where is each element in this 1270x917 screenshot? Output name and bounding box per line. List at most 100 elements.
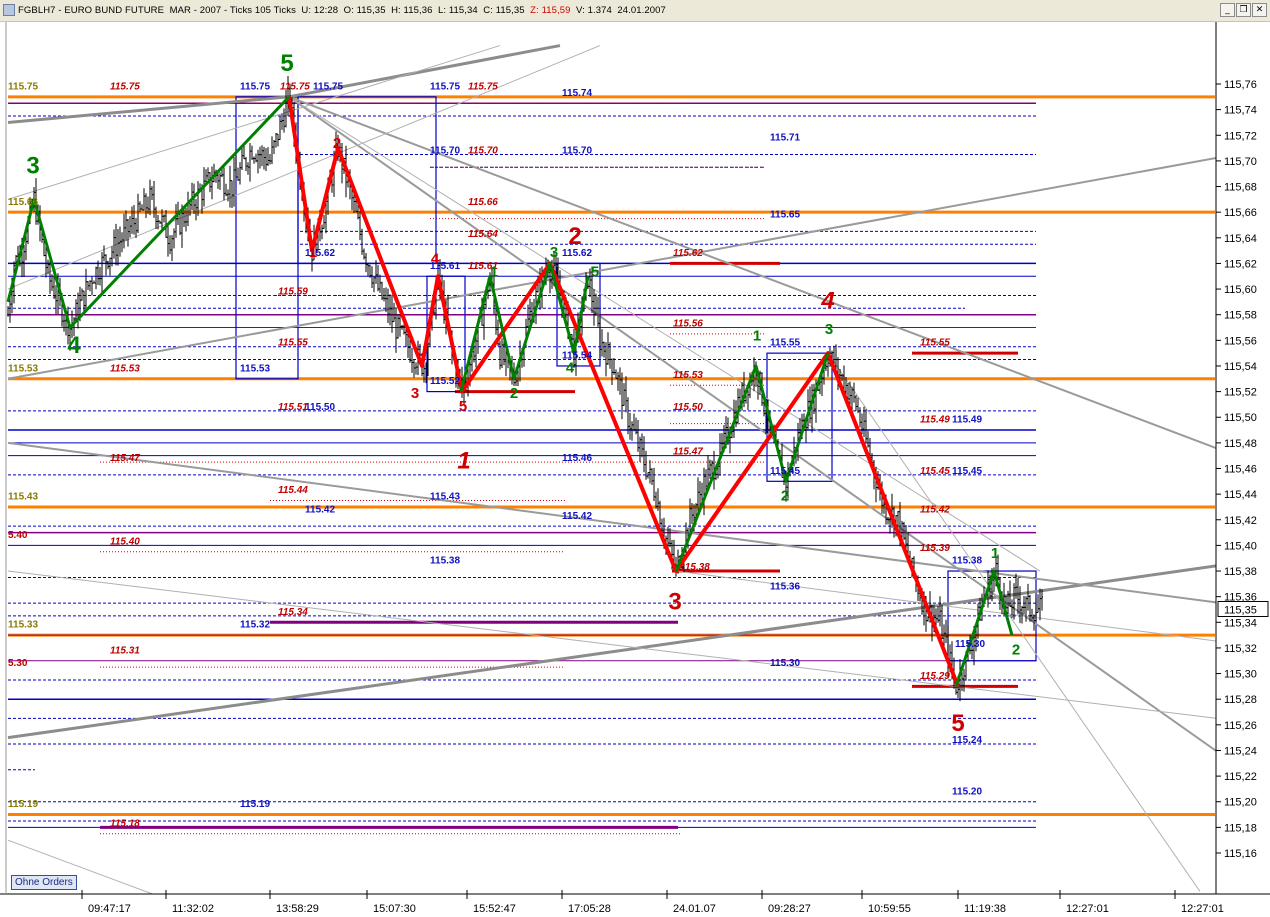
level-price-label: 115.32 bbox=[240, 620, 270, 631]
level-price-label: 115.30 bbox=[770, 658, 800, 669]
wave-count-label: 1 bbox=[991, 545, 999, 562]
z-value: 115,59 bbox=[541, 5, 571, 16]
level-price-label: 115.18 bbox=[110, 818, 140, 829]
level-price-label: 115.39 bbox=[920, 543, 950, 554]
level-price-label: 115.74 bbox=[562, 88, 592, 99]
wave-count-label: 2 bbox=[333, 135, 341, 152]
level-price-label: 115.43 bbox=[430, 492, 460, 503]
wave-count-label: 4 bbox=[67, 332, 81, 359]
level-price-label: 115.53 bbox=[673, 370, 703, 381]
low-label: L: bbox=[437, 5, 447, 16]
chart-area[interactable]: 115.75 115.75 115.75 115.74 115.70 115.70 115.… bbox=[0, 22, 1270, 917]
update-time: 12:28 bbox=[313, 5, 339, 16]
open-value: 115,35 bbox=[356, 5, 386, 16]
time-tick-label: 13:58:29 bbox=[276, 903, 319, 915]
price-tick-label: 115,50 bbox=[1224, 412, 1257, 424]
price-chart[interactable]: 115.75 115.75 115.75115.74115.70 115.70115.… bbox=[0, 22, 1270, 917]
price-tick-label: 115,30 bbox=[1224, 669, 1257, 681]
wave-count-label: 2 bbox=[1012, 641, 1020, 658]
level-price-label: 115.42 bbox=[562, 511, 592, 522]
price-tick-label: 115,68 bbox=[1224, 182, 1257, 194]
level-price-label: 115.47 bbox=[673, 447, 703, 458]
level-price-label: 115.42 bbox=[305, 504, 335, 515]
price-tick-label: 115,46 bbox=[1224, 464, 1257, 476]
price-tick-label: 115,70 bbox=[1224, 156, 1257, 168]
level-price-label: 115.47 bbox=[110, 453, 140, 464]
close-button[interactable]: ✕ bbox=[1252, 3, 1267, 17]
level-price-label: 115.45 bbox=[952, 466, 982, 477]
level-price-label: 115.56 bbox=[673, 319, 703, 330]
time-tick-label: 09:28:27 bbox=[768, 903, 811, 915]
wave-count-label: 1 bbox=[753, 327, 761, 344]
orders-toggle-button[interactable]: Ohne Orders bbox=[11, 875, 77, 890]
edge-price-label: 115.43 bbox=[8, 492, 38, 503]
wave-count-label: 1 bbox=[457, 448, 470, 475]
price-tick-label: 115,40 bbox=[1224, 540, 1257, 552]
wave-count-label: 2 bbox=[568, 223, 581, 250]
price-tick-label: 115,66 bbox=[1224, 207, 1257, 219]
instrument-name: EURO BUND FUTURE bbox=[64, 5, 165, 16]
price-tick-label: 115,76 bbox=[1224, 79, 1257, 91]
low-value: 115,34 bbox=[448, 5, 478, 16]
price-tick-label: 115,44 bbox=[1224, 489, 1257, 501]
price-tick-label: 115,60 bbox=[1224, 284, 1257, 296]
level-price-label: 115.75 bbox=[468, 81, 498, 92]
level-price-label: 115.75 bbox=[240, 81, 270, 92]
chart-date: 24.01.2007 bbox=[617, 5, 666, 16]
time-tick-label: 11:19:38 bbox=[964, 903, 1006, 915]
wave-count-label: 3 bbox=[550, 244, 558, 261]
level-price-label: 115.75 bbox=[280, 81, 310, 92]
z-label: Z: bbox=[530, 5, 539, 16]
wave-count-label: 5 bbox=[591, 263, 599, 280]
open-label: O: bbox=[343, 5, 354, 16]
level-price-label: 115.55 bbox=[920, 338, 950, 349]
time-tick-label: 11:32:02 bbox=[172, 903, 214, 915]
close-value: 115,35 bbox=[495, 5, 525, 16]
level-price-label: 115.64 bbox=[468, 229, 498, 240]
price-tick-label: 115,48 bbox=[1224, 438, 1257, 450]
wave-count-label: 2 bbox=[510, 385, 518, 402]
time-tick-label: 12:27:01 bbox=[1066, 903, 1109, 915]
level-price-label: 115.70 bbox=[468, 145, 498, 156]
level-price-label: 115.49 bbox=[952, 415, 982, 426]
wave-count-label: 4 bbox=[566, 359, 575, 376]
level-price-label: 115.75 bbox=[313, 81, 343, 92]
level-price-label: 115.71 bbox=[770, 133, 800, 144]
minimize-button[interactable]: _ bbox=[1220, 3, 1235, 17]
level-price-label: 115.44 bbox=[278, 485, 308, 496]
level-price-label: 115.66 bbox=[468, 197, 498, 208]
level-price-label: 115.50 bbox=[673, 402, 703, 413]
price-tick-label: 115,22 bbox=[1224, 771, 1257, 783]
chart-window-icon bbox=[3, 4, 15, 16]
price-tick-label: 115,62 bbox=[1224, 258, 1257, 270]
price-tick-label: 115,74 bbox=[1224, 105, 1257, 117]
level-price-label: 115.70 bbox=[562, 145, 592, 156]
close-label: C: bbox=[483, 5, 493, 16]
level-price-label: 115.70 bbox=[430, 145, 460, 156]
level-price-label: 115.55 bbox=[770, 338, 800, 349]
edge-price-label: 115.19 bbox=[8, 799, 38, 810]
level-price-label: 115.45 bbox=[770, 466, 800, 477]
price-tick-label: 115,26 bbox=[1224, 720, 1257, 732]
level-price-label: 115.55 bbox=[278, 338, 308, 349]
price-tick-label: 115,32 bbox=[1224, 643, 1257, 655]
level-price-label: 115.49 bbox=[920, 415, 950, 426]
level-price-label: 115.34 bbox=[278, 607, 308, 618]
edge-price-label: 115.75 bbox=[8, 81, 38, 92]
price-tick-label: 115,52 bbox=[1224, 387, 1257, 399]
volume-label: V: bbox=[576, 5, 585, 16]
level-price-label: 115.75 bbox=[430, 81, 460, 92]
level-price-label: 115.38 bbox=[952, 556, 982, 567]
time-tick-label: 12:27:01 bbox=[1181, 903, 1224, 915]
time-tick-label: 10:59:55 bbox=[868, 903, 911, 915]
price-tick-label: 115,64 bbox=[1224, 233, 1257, 245]
level-price-label: 115.29 bbox=[920, 671, 950, 682]
price-tick-label: 115,72 bbox=[1224, 130, 1257, 142]
wave-count-label: 4 bbox=[431, 250, 440, 267]
price-tick-label: 115,20 bbox=[1224, 797, 1257, 809]
level-price-label: 115.62 bbox=[673, 248, 703, 259]
level-price-label: 115.52 bbox=[430, 376, 460, 387]
time-tick-label: 15:07:30 bbox=[373, 903, 416, 915]
restore-button[interactable]: ❐ bbox=[1236, 3, 1251, 17]
price-tick-label: 115,34 bbox=[1224, 617, 1257, 629]
